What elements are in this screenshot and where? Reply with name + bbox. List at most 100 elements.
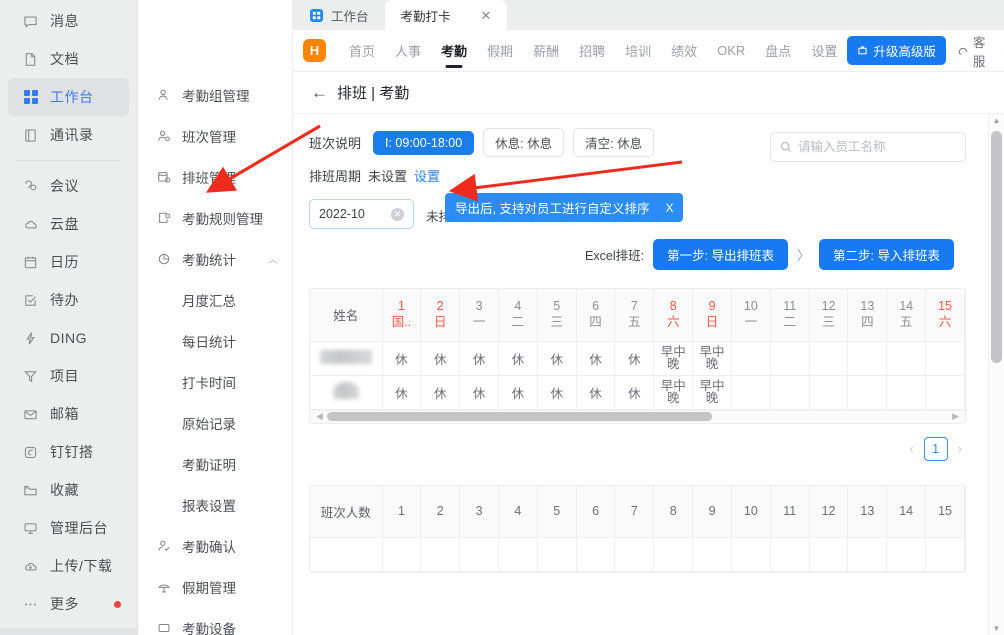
vertical-scrollbar[interactable]: ▲ ▼ [988, 114, 1004, 635]
schedule-cell[interactable]: 休 [576, 341, 615, 375]
table-row[interactable]: 休 休 休 休 休 休 休 早中晚 早中晚 [310, 341, 965, 375]
help-link[interactable]: 帮助 [996, 32, 1004, 70]
schedule-cell[interactable] [887, 375, 926, 409]
scrollbar-track[interactable] [327, 412, 948, 421]
scroll-right-arrow-icon[interactable]: ▶ [952, 411, 959, 422]
subnav-item-monthly-summary[interactable]: 月度汇总 [138, 279, 292, 320]
rail-item-todo[interactable]: 待办 [8, 281, 129, 319]
schedule-cell[interactable]: 休 [498, 341, 537, 375]
rail-item-mail[interactable]: 邮箱 [8, 395, 129, 433]
subnav-item-rules-management[interactable]: 考勤规则管理 [138, 197, 292, 238]
topnav-item-holiday[interactable]: 假期 [477, 30, 523, 72]
employee-search-box[interactable] [770, 132, 966, 162]
table-row[interactable]: 休 休 休 休 休 休 休 早中晚 早中晚 [310, 375, 965, 409]
schedule-cell[interactable] [770, 375, 809, 409]
rail-item-cloud-disk[interactable]: 云盘 [8, 205, 129, 243]
rail-item-admin-console[interactable]: 管理后台 [8, 509, 129, 547]
schedule-cell[interactable]: 早中晚 [654, 375, 693, 409]
schedule-cycle-setup-link[interactable]: 设置 [414, 166, 440, 185]
schedule-cell[interactable]: 休 [537, 375, 576, 409]
month-picker[interactable]: 2022-10 ✕ [309, 199, 414, 229]
schedule-cell[interactable]: 休 [421, 375, 460, 409]
rail-item-dingtalk-build[interactable]: 钉钉搭 [8, 433, 129, 471]
scrollbar-thumb[interactable] [327, 412, 712, 421]
schedule-cell[interactable]: 休 [498, 375, 537, 409]
schedule-cell[interactable]: 休 [615, 375, 654, 409]
topnav-item-home[interactable]: 首页 [339, 30, 385, 72]
subnav-item-raw-records[interactable]: 原始记录 [138, 402, 292, 443]
tab-workbench[interactable]: 工作台 [293, 0, 385, 30]
topnav-item-performance[interactable]: 绩效 [661, 30, 707, 72]
schedule-cell[interactable]: 早中晚 [654, 341, 693, 375]
chevron-up-icon[interactable]: ︿ [268, 251, 278, 266]
tab-attendance-clock[interactable]: 考勤打卡 ✕ [385, 0, 508, 30]
rail-item-favorite[interactable]: 收藏 [8, 471, 129, 509]
pagination-page-1[interactable]: 1 [924, 437, 948, 461]
close-icon[interactable]: ✕ [481, 9, 492, 22]
subnav-item-attendance-device[interactable]: 考勤设备 [138, 607, 292, 635]
subnav-item-daily-statistics[interactable]: 每日统计 [138, 320, 292, 361]
back-arrow-icon[interactable]: ← [311, 83, 328, 103]
schedule-cell[interactable] [770, 341, 809, 375]
schedule-cell[interactable] [926, 341, 965, 375]
schedule-cell[interactable] [731, 375, 770, 409]
rail-item-project[interactable]: 项目 [8, 357, 129, 395]
topnav-item-settings[interactable]: 设置 [801, 30, 847, 72]
tooltip-close-icon[interactable]: X [665, 201, 673, 215]
subnav-item-attendance-confirm[interactable]: 考勤确认 [138, 525, 292, 566]
export-schedule-button[interactable]: 第一步: 导出排班表 [653, 239, 788, 270]
shift-chip-clear[interactable]: 清空: 休息 [573, 128, 654, 157]
subnav-item-attendance-proof[interactable]: 考勤证明 [138, 443, 292, 484]
subnav-item-holiday-management[interactable]: 假期管理 [138, 566, 292, 607]
schedule-cell[interactable] [887, 341, 926, 375]
rail-item-ding[interactable]: DING [8, 319, 129, 357]
schedule-cell[interactable]: 早中晚 [693, 375, 732, 409]
subnav-item-attendance-group[interactable]: 考勤组管理 [138, 74, 292, 115]
rail-item-workbench[interactable]: 工作台 [8, 78, 129, 116]
subnav-item-schedule-management[interactable]: 排班管理 [138, 156, 292, 197]
pagination-next[interactable]: › [958, 441, 962, 456]
schedule-cell[interactable] [809, 375, 848, 409]
topnav-item-training[interactable]: 培训 [615, 30, 661, 72]
vscrollbar-thumb[interactable] [991, 131, 1002, 363]
rail-item-meeting[interactable]: 会议 [8, 167, 129, 205]
schedule-cell[interactable]: 休 [615, 341, 654, 375]
rail-item-documents[interactable]: 文档 [8, 40, 129, 78]
upgrade-premium-button[interactable]: 升级高级版 [847, 36, 946, 65]
topnav-item-recruitment[interactable]: 招聘 [569, 30, 615, 72]
schedule-cell[interactable]: 休 [421, 341, 460, 375]
schedule-cell[interactable] [809, 341, 848, 375]
shift-chip-morning[interactable]: I: 09:00-18:00 [373, 131, 474, 155]
subnav-item-shift-management[interactable]: 班次管理 [138, 115, 292, 156]
schedule-cell[interactable]: 休 [460, 375, 499, 409]
scroll-down-arrow-icon[interactable]: ▼ [993, 622, 1001, 635]
schedule-cell[interactable] [731, 341, 770, 375]
schedule-cell[interactable]: 休 [382, 341, 421, 375]
import-schedule-button[interactable]: 第二步: 导入排班表 [819, 239, 954, 270]
schedule-cell[interactable] [926, 375, 965, 409]
customer-service-link[interactable]: 客服 [950, 32, 993, 70]
schedule-cell[interactable]: 早中晚 [693, 341, 732, 375]
shift-chip-rest[interactable]: 休息: 休息 [483, 128, 564, 157]
search-input[interactable] [798, 140, 956, 154]
rail-item-contacts[interactable]: 通讯录 [8, 116, 129, 154]
topnav-item-inventory[interactable]: 盘点 [755, 30, 801, 72]
rail-item-upload-download[interactable]: 上传/下载 [8, 547, 129, 585]
scroll-left-arrow-icon[interactable]: ◀ [316, 411, 323, 422]
rail-item-messages[interactable]: 消息 [8, 2, 129, 40]
vscrollbar-track[interactable] [989, 127, 1004, 622]
schedule-cell[interactable]: 休 [382, 375, 421, 409]
schedule-cell[interactable]: 休 [460, 341, 499, 375]
topnav-item-attendance[interactable]: 考勤 [431, 30, 477, 72]
schedule-cell[interactable] [848, 375, 887, 409]
schedule-cell[interactable] [848, 341, 887, 375]
topnav-item-personnel[interactable]: 人事 [385, 30, 431, 72]
subnav-item-statistics[interactable]: 考勤统计 ︿ [138, 238, 292, 279]
rail-item-calendar[interactable]: 日历 [8, 243, 129, 281]
scroll-up-arrow-icon[interactable]: ▲ [993, 114, 1001, 127]
rail-item-more[interactable]: 更多 [8, 585, 129, 623]
horizontal-scrollbar[interactable]: ◀ ▶ [310, 410, 965, 423]
clear-icon[interactable]: ✕ [391, 208, 404, 221]
subnav-item-report-settings[interactable]: 报表设置 [138, 484, 292, 525]
pagination-prev[interactable]: ‹ [909, 441, 913, 456]
